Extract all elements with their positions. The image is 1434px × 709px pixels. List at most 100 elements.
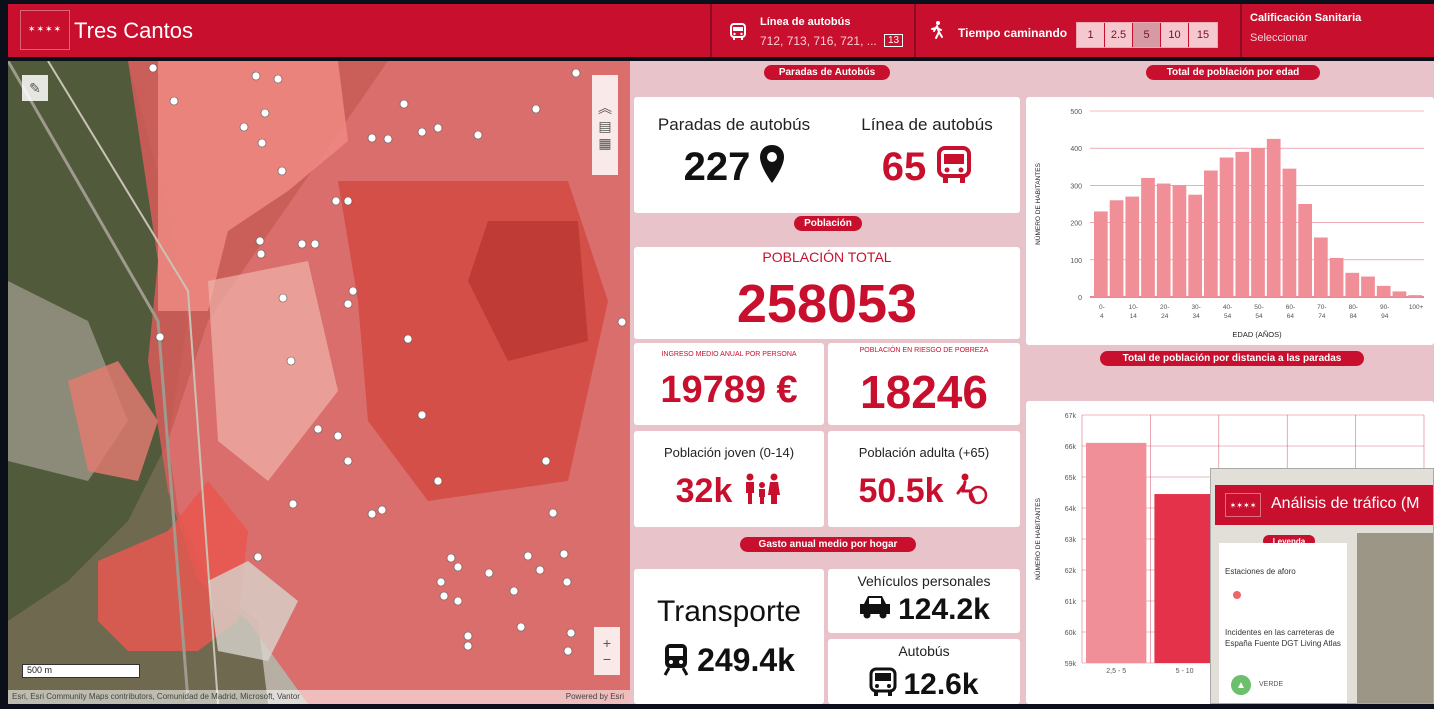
walking-time-selector: Tiempo caminando 1 2.5 5 10 15 bbox=[926, 12, 1236, 52]
young-pop-label: Población joven (0-14) bbox=[663, 445, 795, 460]
health-rating-selector[interactable]: Calificación Sanitaria Seleccionar bbox=[1250, 12, 1361, 44]
header-bar: ✶✶✶✶ Tres Cantos Línea de autobús 712, 7… bbox=[8, 4, 1434, 57]
legend-item-green: VERDE bbox=[1259, 681, 1284, 688]
attribution-text: Esri, Esri Community Maps contributors, … bbox=[12, 692, 300, 701]
y-tick-label: 400 bbox=[1070, 146, 1082, 153]
bus-line-count-badge: 13 bbox=[884, 34, 904, 47]
section-bus-title: Paradas de Autobús bbox=[764, 65, 890, 80]
adult-pop-kpi: 50.5k bbox=[828, 471, 1020, 514]
x-tick-label: 60- bbox=[1286, 304, 1295, 311]
age-bar bbox=[1251, 148, 1265, 297]
age-chart: 0 100 200 300 400 500 0- 4 10- 14 20- 24 30- 34 40- 54 5… bbox=[1033, 109, 1424, 339]
walk-option-2-5[interactable]: 2.5 bbox=[1105, 23, 1133, 47]
adult-pop-label: Población adulta (+65) bbox=[858, 445, 990, 460]
age-bar bbox=[1094, 211, 1108, 297]
x-tick-label: 90- bbox=[1380, 304, 1389, 311]
powered-by[interactable]: Powered by Esri bbox=[566, 692, 624, 701]
age-bar bbox=[1282, 168, 1297, 297]
distance-bar bbox=[1086, 442, 1147, 663]
age-bar bbox=[1109, 200, 1124, 297]
x-tick-label: 54 bbox=[1255, 313, 1263, 320]
x-tick-label: 40- bbox=[1223, 304, 1232, 311]
bus-kpi-card: Paradas de autobús 227 Línea de autobús … bbox=[634, 97, 1020, 213]
age-chart-card: 0 100 200 300 400 500 0- 4 10- 14 20- 24 30- 34 40- 54 5… bbox=[1026, 97, 1434, 345]
traffic-window-header: ✶✶✶✶ Análisis de tráfico (M bbox=[1215, 485, 1433, 525]
y-tick-label: 67k bbox=[1065, 413, 1077, 420]
map-attribution: Esri, Esri Community Maps contributors, … bbox=[8, 690, 630, 704]
transport-card: Transporte 249.4k bbox=[634, 569, 824, 704]
x-tick-label: 54 bbox=[1224, 313, 1232, 320]
calif-value: Seleccionar bbox=[1250, 32, 1308, 44]
x-tick-label: 50- bbox=[1254, 304, 1263, 311]
y-tick-label: 61k bbox=[1065, 599, 1077, 606]
y-tick-label: 66k bbox=[1065, 444, 1077, 451]
income-value: 19789 € bbox=[660, 369, 798, 411]
transport-kpi: 249.4k bbox=[634, 641, 824, 684]
app-root: ✶✶✶✶ Tres Cantos Línea de autobús 712, 7… bbox=[0, 0, 1434, 704]
bus-spend-value: 12.6k bbox=[903, 667, 979, 701]
map-layer bbox=[8, 61, 630, 704]
transport-value: 249.4k bbox=[697, 642, 795, 678]
x-tick-label: 84 bbox=[1350, 313, 1358, 320]
walk-option-1[interactable]: 1 bbox=[1077, 23, 1105, 47]
walk-option-10[interactable]: 10 bbox=[1161, 23, 1189, 47]
age-bar bbox=[1376, 285, 1391, 297]
age-bar bbox=[1345, 272, 1360, 297]
edit-tool-button[interactable]: ✎ bbox=[22, 75, 48, 101]
section-spend-title: Gasto anual medio por hogar bbox=[740, 537, 916, 552]
y-tick-label: 0 bbox=[1078, 295, 1082, 302]
x-tick-label: 34 bbox=[1193, 313, 1201, 320]
y-tick-label: 59k bbox=[1065, 661, 1077, 668]
age-bar bbox=[1298, 204, 1312, 297]
traffic-analysis-window[interactable]: ✶✶✶✶ Análisis de tráfico (M Leyenda Esta… bbox=[1210, 468, 1434, 704]
bus-spend-card: Autobús 12.6k bbox=[828, 639, 1020, 704]
x-tick-label: 64 bbox=[1287, 313, 1295, 320]
walking-person-icon bbox=[928, 20, 946, 45]
x-tick-label: 94 bbox=[1381, 313, 1389, 320]
population-total-card: POBLACIÓN TOTAL 258053 bbox=[634, 247, 1020, 339]
walk-options: 1 2.5 5 10 15 bbox=[1076, 22, 1218, 48]
age-bar bbox=[1141, 177, 1155, 297]
population-total-value: 258053 bbox=[736, 274, 918, 334]
x-tick-label: 5 - 10 bbox=[1176, 668, 1194, 675]
map-toolbar[interactable]: ︽ ▤ ▦ bbox=[592, 75, 618, 175]
pencil-icon: ✎ bbox=[29, 79, 41, 96]
traffic-map-preview[interactable] bbox=[1357, 533, 1433, 703]
walk-option-5[interactable]: 5 bbox=[1133, 23, 1161, 47]
bus-line-value: 712, 713, 716, 721, ... bbox=[760, 34, 877, 48]
zoom-control[interactable]: + − bbox=[594, 627, 620, 675]
x-tick-label: 4 bbox=[1100, 313, 1104, 320]
x-tick-label: 24 bbox=[1161, 313, 1169, 320]
y-tick-label: 63k bbox=[1065, 537, 1077, 544]
section-population-title: Población bbox=[794, 216, 862, 231]
income-label: INGRESO MEDIO ANUAL POR PERSONA bbox=[661, 351, 797, 358]
young-pop-card: Población joven (0-14) 32k bbox=[634, 431, 824, 527]
header-divider bbox=[710, 4, 712, 57]
walk-option-15[interactable]: 15 bbox=[1189, 23, 1217, 47]
bus-lines-kpi: 65 bbox=[834, 145, 1020, 194]
transport-label: Transporte bbox=[657, 595, 801, 628]
bus-stops-kpi: 227 bbox=[634, 145, 834, 194]
poverty-card: POBLACIÓN EN RIESGO DE POBREZA 18246 bbox=[828, 343, 1020, 425]
vehicles-label: Vehículos personales bbox=[857, 573, 991, 589]
calif-label: Calificación Sanitaria bbox=[1250, 12, 1362, 24]
x-tick-label: 14 bbox=[1130, 313, 1138, 320]
age-bar bbox=[1219, 157, 1234, 297]
y-axis-title: NÚMERO DE HABITANTES bbox=[1033, 162, 1042, 245]
car-icon bbox=[858, 594, 892, 628]
poverty-label: POBLACIÓN EN RIESGO DE POBREZA bbox=[859, 347, 989, 354]
y-tick-label: 500 bbox=[1070, 109, 1082, 116]
age-bar bbox=[1392, 291, 1407, 297]
madrid-logo: ✶✶✶✶ bbox=[1225, 493, 1261, 517]
bus-lines-value: 65 bbox=[881, 145, 927, 190]
x-tick-label: 100+ bbox=[1409, 304, 1424, 311]
bus-line-selector[interactable]: Línea de autobús 712, 713, 716, 721, ...… bbox=[720, 12, 910, 52]
age-bar bbox=[1188, 194, 1202, 297]
adult-pop-card: Población adulta (+65) 50.5k bbox=[828, 431, 1020, 527]
traffic-window-title: Análisis de tráfico (M bbox=[1271, 495, 1420, 512]
age-bar bbox=[1361, 276, 1375, 297]
map-view[interactable]: ✎ ︽ ▤ ▦ + − 500 m Esri, Esri Community Maps… bbox=[8, 61, 630, 704]
bus-stops-label: Paradas de autobús bbox=[657, 115, 811, 134]
x-tick-label: 2,5 - 5 bbox=[1106, 668, 1126, 675]
bus-icon bbox=[869, 667, 897, 705]
